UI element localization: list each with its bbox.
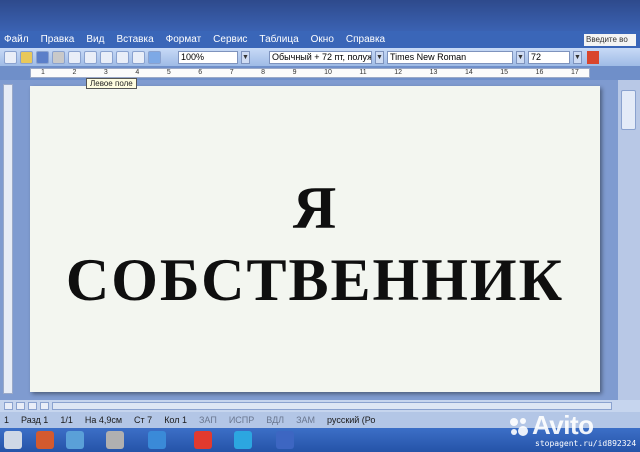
outline-view-icon[interactable] — [40, 402, 49, 410]
status-trk[interactable]: ИСПР — [229, 415, 254, 425]
ruler-tick: 17 — [570, 69, 579, 76]
ruler-tick: 10 — [324, 69, 332, 76]
status-column: Кол 1 — [164, 415, 187, 425]
ruler-tick: 15 — [500, 69, 509, 76]
ruler-tick: 2 — [72, 69, 77, 76]
status-line: Ст 7 — [134, 415, 153, 425]
status-rec[interactable]: ЗАП — [199, 415, 217, 425]
horizontal-ruler[interactable]: 1 2 3 4 5 6 7 8 9 10 11 12 13 14 15 16 1… — [30, 68, 590, 78]
formatting-toolbar: 100% ▼ Обычный + 72 пт, полужи ▼ Times N… — [0, 48, 640, 66]
ruler-tick: 3 — [103, 69, 108, 76]
status-position: На 4,9см — [84, 415, 123, 425]
print-preview-icon[interactable] — [68, 50, 81, 64]
font-size-dropdown-icon[interactable]: ▼ — [573, 50, 582, 64]
title-bar — [0, 0, 640, 32]
font-select[interactable]: Times New Roman — [387, 50, 513, 64]
ruler-tick: 5 — [166, 69, 171, 76]
cut-icon[interactable] — [100, 50, 113, 64]
printer-icon[interactable] — [106, 431, 124, 449]
menu-format[interactable]: Формат — [166, 34, 202, 45]
undo-icon[interactable] — [148, 50, 161, 64]
document-page[interactable]: Я СОБСТВЕННИК — [30, 86, 600, 392]
spelling-icon[interactable] — [84, 50, 97, 64]
scrollbar-thumb[interactable] — [621, 90, 636, 130]
status-section: Разд 1 — [21, 415, 49, 425]
paste-icon[interactable] — [132, 50, 145, 64]
ruler-tick: 7 — [229, 69, 234, 76]
print-layout-icon[interactable] — [28, 402, 37, 410]
skype-icon[interactable] — [234, 431, 252, 449]
open-folder-icon[interactable] — [20, 50, 33, 64]
style-dropdown-icon[interactable]: ▼ — [375, 50, 384, 64]
menu-insert[interactable]: Вставка — [116, 34, 153, 45]
menu-bar: Файл Правка Вид Вставка Формат Сервис Та… — [0, 31, 640, 48]
vertical-ruler[interactable] — [3, 84, 13, 394]
ruler-tick: 1 — [41, 69, 45, 76]
ruler-tick: 14 — [464, 69, 473, 76]
ruler-tick: 13 — [429, 69, 438, 76]
ruler-tick: 8 — [261, 69, 266, 76]
watermark-url: stopagent.ru/id892324 — [535, 439, 637, 448]
media-player-icon[interactable] — [36, 431, 54, 449]
help-search-input[interactable]: Введите во — [584, 34, 636, 46]
style-select[interactable]: Обычный + 72 пт, полужи — [269, 50, 372, 64]
ruler-tick: 12 — [394, 69, 403, 76]
start-icon[interactable] — [4, 431, 22, 449]
menu-window[interactable]: Окно — [311, 34, 334, 45]
menu-edit[interactable]: Правка — [41, 34, 75, 45]
status-ovr[interactable]: ЗАМ — [296, 415, 315, 425]
yandex-browser-icon[interactable] — [194, 431, 212, 449]
copy-icon[interactable] — [116, 50, 129, 64]
document-text-line-1[interactable]: Я — [30, 176, 600, 240]
zoom-select[interactable]: 100% — [178, 50, 238, 64]
document-text-line-2[interactable]: СОБСТВЕННИК — [30, 248, 600, 312]
print-icon[interactable] — [52, 50, 65, 64]
save-icon[interactable] — [36, 50, 49, 64]
status-page: 1 — [4, 415, 10, 425]
web-view-icon[interactable] — [16, 402, 25, 410]
avito-watermark: Avito — [532, 410, 594, 440]
network-icon[interactable] — [148, 431, 166, 449]
explorer-icon[interactable] — [66, 431, 84, 449]
menu-help[interactable]: Справка — [346, 34, 385, 45]
menu-file[interactable]: Файл — [4, 34, 29, 45]
ruler-tooltip: Левое поле — [86, 78, 137, 89]
ruler-tick: 16 — [535, 69, 544, 76]
status-page-count: 1/1 — [60, 415, 73, 425]
font-size-select[interactable]: 72 — [528, 50, 570, 64]
menu-view[interactable]: Вид — [86, 34, 104, 45]
zoom-dropdown-icon[interactable]: ▼ — [241, 50, 250, 64]
ruler-tick: 9 — [292, 69, 297, 76]
avito-logo-icon — [510, 418, 528, 436]
ruler-tick: 11 — [359, 69, 367, 76]
status-language[interactable]: русский (Ро — [327, 415, 375, 425]
bold-icon[interactable] — [587, 50, 599, 64]
normal-view-icon[interactable] — [4, 402, 13, 410]
ruler-tick: 4 — [135, 69, 140, 76]
ruler-tick: 6 — [198, 69, 203, 76]
vertical-scrollbar[interactable] — [618, 80, 640, 400]
new-document-icon[interactable] — [4, 50, 17, 64]
status-ext[interactable]: ВДЛ — [266, 415, 284, 425]
word-icon[interactable] — [276, 431, 294, 449]
font-dropdown-icon[interactable]: ▼ — [516, 50, 525, 64]
horizontal-scrollbar[interactable] — [52, 402, 612, 410]
menu-table[interactable]: Таблица — [259, 34, 298, 45]
menu-tools[interactable]: Сервис — [213, 34, 247, 45]
